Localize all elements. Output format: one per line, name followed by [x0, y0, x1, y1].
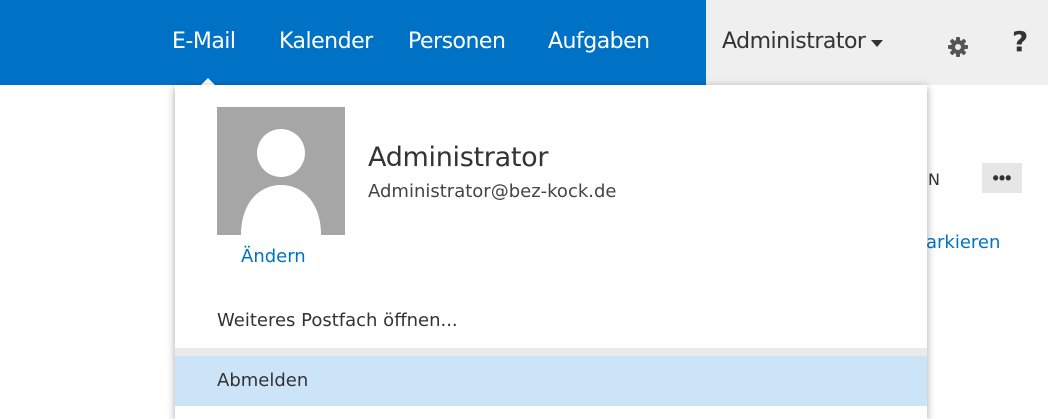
account-dropdown-panel: Ändern Administrator Administrator@bez-k…: [175, 85, 927, 419]
nav-calendar[interactable]: Kalender: [279, 29, 373, 54]
background-link[interactable]: arkieren: [926, 232, 1000, 253]
nav-people[interactable]: Personen: [408, 29, 506, 54]
nav-mail[interactable]: E-Mail: [172, 29, 236, 54]
user-menu-label: Administrator: [722, 29, 866, 54]
divider: [175, 348, 927, 356]
nav-tasks[interactable]: Aufgaben: [548, 29, 650, 54]
background-text: N: [928, 170, 940, 189]
panel-footer: [175, 406, 927, 419]
person-silhouette-icon: [241, 129, 321, 235]
active-nav-indicator: [201, 78, 215, 85]
sign-out-label: Abmelden: [217, 370, 309, 391]
user-menu-button[interactable]: Administrator: [722, 29, 884, 54]
more-options-button[interactable]: •••: [982, 163, 1022, 193]
top-nav-bar: E-Mail Kalender Personen Aufgaben: [0, 0, 706, 85]
account-display-name: Administrator: [368, 142, 549, 173]
account-email: Administrator@bez-kock.de: [368, 181, 617, 202]
chevron-down-icon: [871, 40, 884, 47]
avatar[interactable]: [217, 107, 345, 235]
sign-out-item[interactable]: Abmelden: [175, 356, 927, 406]
change-photo-link[interactable]: Ändern: [241, 246, 306, 267]
open-other-mailbox-item[interactable]: Weiteres Postfach öffnen...: [217, 310, 458, 331]
gear-icon[interactable]: [948, 37, 968, 57]
help-icon[interactable]: ?: [1012, 25, 1028, 58]
